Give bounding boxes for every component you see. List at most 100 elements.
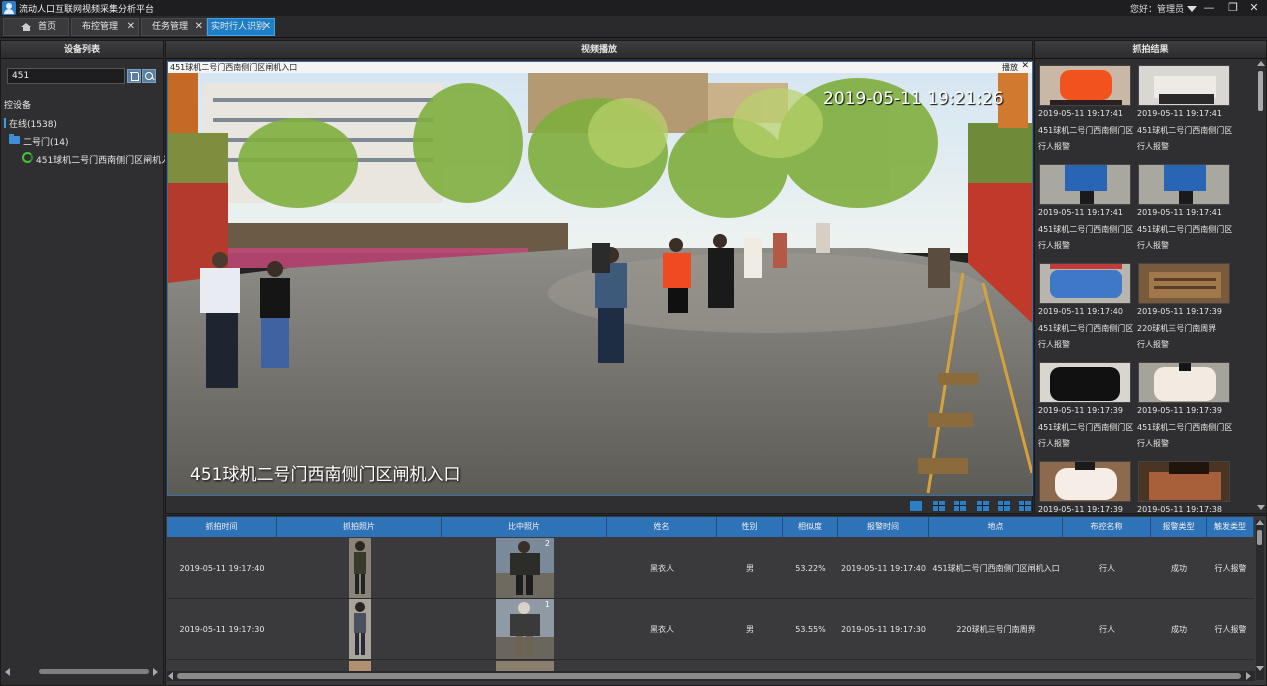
column-header[interactable]: 触发类型 bbox=[1207, 517, 1254, 537]
scrollbar-thumb[interactable] bbox=[1258, 71, 1263, 111]
device-search-input[interactable] bbox=[7, 68, 125, 84]
table-row[interactable]: 2019-05-11 19:17:30 1 黑衣人 男 53.55% 2019-… bbox=[167, 599, 1254, 660]
capture-type: 行人报警 bbox=[1137, 439, 1169, 448]
capture-location: 451球机二号门西南侧门区 bbox=[1038, 324, 1134, 333]
scrollbar-thumb[interactable] bbox=[177, 673, 1241, 679]
layout-1-button[interactable] bbox=[910, 501, 922, 511]
scrollbar-thumb[interactable] bbox=[1257, 530, 1262, 545]
column-header[interactable]: 报警时间 bbox=[838, 517, 929, 537]
chevron-down-icon[interactable] bbox=[1187, 5, 1197, 12]
layout-6-button[interactable] bbox=[954, 501, 966, 511]
column-header[interactable]: 报警类型 bbox=[1151, 517, 1207, 537]
cell-alarm-time: 2019-05-11 19:17:30 bbox=[841, 625, 926, 634]
restore-button[interactable]: ❐ bbox=[1226, 1, 1240, 15]
user-menu[interactable]: 您好：管理员 bbox=[1130, 2, 1197, 15]
cell-similarity: 53.55% bbox=[795, 625, 826, 634]
cell-alarm-time: 2019-05-11 19:17:40 bbox=[841, 564, 926, 573]
tab-bar: 首页 布控管理 ✕ 任务管理 ✕ 实时行人识别 ✕ bbox=[0, 16, 1267, 38]
tab-realtime-pedestrian[interactable]: 实时行人识别 ✕ bbox=[207, 18, 275, 36]
capture-time: 2019-05-11 19:17:40 bbox=[1038, 307, 1123, 316]
video-playback-panel: 视频播放 451球机二号门西南侧门区闸机入口 播放 ✕ 2019-05-11 1… bbox=[165, 40, 1033, 514]
capture-thumbnail[interactable] bbox=[1039, 461, 1131, 502]
panel-title: 设备列表 bbox=[1, 41, 163, 59]
column-header[interactable]: 性别 bbox=[717, 517, 783, 537]
surveillance-scene bbox=[168, 73, 1032, 495]
column-header[interactable]: 抓拍时间 bbox=[167, 517, 277, 537]
horizontal-scrollbar[interactable] bbox=[167, 671, 1255, 681]
capture-thumbnail[interactable] bbox=[1138, 461, 1230, 502]
capture-time: 2019-05-11 19:17:41 bbox=[1038, 208, 1123, 217]
capture-results-panel: 抓拍结果 2019-05-11 19:17:41 2019-05-11 19:1… bbox=[1034, 40, 1267, 514]
tab-close-icon[interactable]: ✕ bbox=[127, 19, 135, 35]
layout-4-button[interactable] bbox=[933, 501, 945, 511]
tree-group-node[interactable]: 二号门(14) bbox=[23, 135, 68, 148]
cell-gender: 男 bbox=[746, 564, 754, 573]
matched-person-image[interactable] bbox=[496, 661, 554, 671]
capture-time: 2019-05-11 19:17:41 bbox=[1038, 109, 1123, 118]
layout-9-button[interactable] bbox=[998, 501, 1010, 511]
column-header[interactable]: 抓拍照片 bbox=[277, 517, 442, 537]
scroll-down-icon[interactable] bbox=[1257, 505, 1265, 510]
close-video-icon[interactable]: ✕ bbox=[1021, 61, 1029, 72]
tree-root[interactable]: 控设备 bbox=[4, 98, 31, 111]
layout-8-button[interactable] bbox=[977, 501, 989, 511]
capture-thumbnail[interactable] bbox=[1138, 65, 1230, 106]
cell-capture-time: 2019-05-11 19:17:40 bbox=[179, 564, 265, 573]
table-row[interactable]: 2019-05-11 19:17:40 2 黑衣人 男 53.22% 2019-… bbox=[167, 538, 1254, 599]
capture-thumbnail[interactable] bbox=[1138, 263, 1230, 304]
video-window-titlebar: 451球机二号门西南侧门区闸机入口 播放 ✕ bbox=[168, 61, 1032, 73]
layout-16-button[interactable] bbox=[1019, 501, 1031, 511]
column-header[interactable]: 相似度 bbox=[783, 517, 838, 537]
tab-close-icon[interactable]: ✕ bbox=[263, 19, 271, 35]
column-header[interactable]: 比中照片 bbox=[442, 517, 607, 537]
minimize-button[interactable]: — bbox=[1202, 1, 1216, 15]
scroll-right-icon[interactable] bbox=[1246, 672, 1251, 680]
capture-type: 行人报警 bbox=[1137, 142, 1169, 151]
column-header[interactable]: 布控名称 bbox=[1063, 517, 1151, 537]
video-window[interactable]: 451球机二号门西南侧门区闸机入口 播放 ✕ 2019-05-11 19:21:… bbox=[167, 61, 1033, 496]
scrollbar-thumb[interactable] bbox=[39, 669, 149, 674]
vertical-scrollbar[interactable] bbox=[1256, 520, 1264, 680]
captured-person-image[interactable] bbox=[349, 538, 371, 598]
scroll-right-icon[interactable] bbox=[153, 668, 158, 676]
scroll-up-icon[interactable] bbox=[1256, 520, 1264, 525]
cell-gender: 男 bbox=[746, 625, 754, 634]
captured-person-image[interactable] bbox=[349, 661, 371, 671]
capture-thumbnail[interactable] bbox=[1039, 164, 1131, 205]
capture-thumbnail[interactable] bbox=[1039, 65, 1131, 106]
capture-thumbnail[interactable] bbox=[1138, 164, 1230, 205]
cell-location: 451球机二号门西南侧门区闸机入口 bbox=[932, 564, 1060, 573]
play-button[interactable]: 播放 bbox=[1002, 62, 1018, 73]
capture-thumbnail[interactable] bbox=[1039, 263, 1131, 304]
column-header[interactable]: 地点 bbox=[929, 517, 1063, 537]
tree-camera-node[interactable]: 451球机二号门西南侧门区闸机入口 bbox=[36, 153, 179, 166]
clear-search-button[interactable] bbox=[127, 69, 141, 83]
scroll-down-icon[interactable] bbox=[1256, 666, 1264, 671]
vertical-scrollbar[interactable] bbox=[1257, 61, 1265, 511]
captured-person-image[interactable] bbox=[349, 599, 371, 659]
scroll-left-icon[interactable] bbox=[168, 672, 173, 680]
cell-control-name: 行人 bbox=[1099, 625, 1115, 634]
video-camera-label: 451球机二号门西南侧门区闸机入口 bbox=[190, 465, 461, 485]
close-window-button[interactable]: ✕ bbox=[1247, 1, 1261, 15]
tab-close-icon[interactable]: ✕ bbox=[195, 19, 203, 35]
search-button[interactable] bbox=[142, 69, 156, 83]
scroll-left-icon[interactable] bbox=[5, 668, 10, 676]
tab-home[interactable]: 首页 bbox=[3, 18, 69, 36]
capture-thumbnail[interactable] bbox=[1138, 362, 1230, 403]
capture-time: 2019-05-11 19:17:39 bbox=[1038, 505, 1123, 514]
capture-type: 行人报警 bbox=[1038, 340, 1070, 349]
cell-name: 黑衣人 bbox=[650, 625, 674, 634]
column-header[interactable]: 姓名 bbox=[607, 517, 717, 537]
matched-person-image[interactable]: 1 bbox=[496, 599, 554, 659]
tab-control-management[interactable]: 布控管理 ✕ bbox=[71, 18, 139, 36]
tree-online-node[interactable]: 在线(1538) bbox=[9, 117, 57, 130]
cell-capture-time: 2019-05-11 19:17:30 bbox=[179, 625, 265, 634]
scroll-up-icon[interactable] bbox=[1257, 61, 1265, 66]
video-frame[interactable]: 2019-05-11 19:21:26 451球机二号门西南侧门区闸机入口 bbox=[168, 73, 1032, 495]
matched-person-image[interactable]: 2 bbox=[496, 538, 554, 598]
horizontal-scrollbar[interactable] bbox=[3, 667, 161, 677]
panel-title: 抓拍结果 bbox=[1035, 41, 1266, 59]
tab-task-management[interactable]: 任务管理 ✕ bbox=[141, 18, 207, 36]
capture-thumbnail[interactable] bbox=[1039, 362, 1131, 403]
